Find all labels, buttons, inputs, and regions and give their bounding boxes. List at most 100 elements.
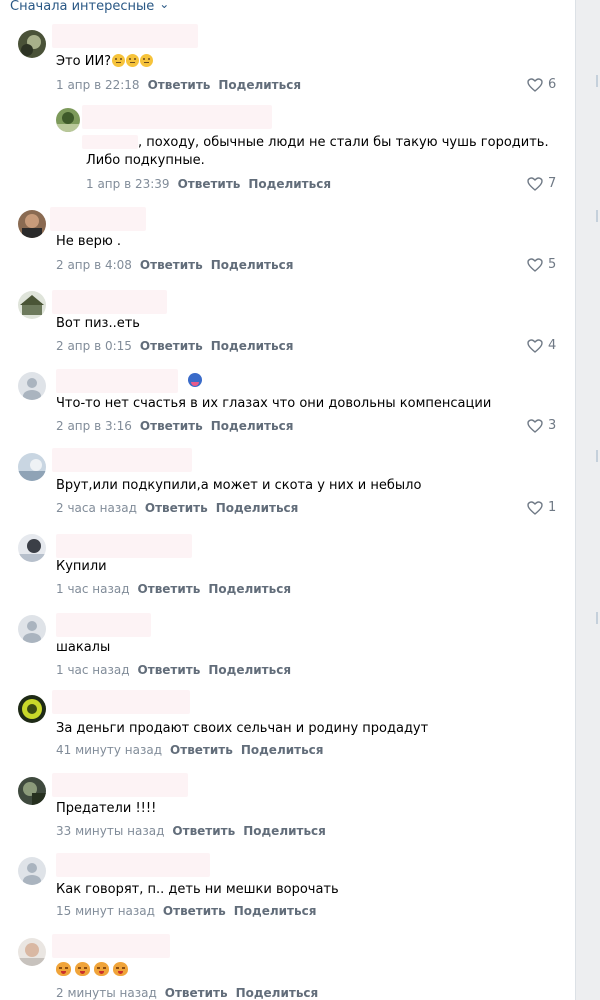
- comment-time[interactable]: 2 часа назад: [56, 501, 137, 515]
- share-button[interactable]: Поделиться: [243, 824, 326, 838]
- author-name-hidden[interactable]: [52, 690, 190, 714]
- like-count: 3: [548, 418, 557, 433]
- avatar[interactable]: [18, 938, 46, 966]
- cat-emoji-icon: [75, 962, 90, 976]
- like-count: 1: [548, 500, 557, 515]
- reply-button[interactable]: Ответить: [140, 419, 203, 433]
- heart-icon: [527, 419, 543, 433]
- avatar[interactable]: [18, 291, 46, 319]
- sort-dropdown[interactable]: Сначала интересные ⌄: [10, 0, 169, 14]
- share-button[interactable]: Поделиться: [248, 177, 331, 191]
- author-name-hidden[interactable]: [56, 613, 151, 637]
- comment-time[interactable]: 15 минут назад: [56, 904, 155, 918]
- scroll-mark: [596, 75, 598, 87]
- comment-time[interactable]: 2 апр в 4:08: [56, 258, 132, 272]
- comment-text: Либо подкупные.: [86, 153, 205, 168]
- author-name-hidden[interactable]: [56, 853, 210, 877]
- reply-button[interactable]: Ответить: [165, 986, 228, 1000]
- status-badge-icon: [188, 373, 202, 387]
- comment-time[interactable]: 33 минуты назад: [56, 824, 164, 838]
- scroll-mark: [596, 450, 598, 462]
- avatar[interactable]: [18, 857, 46, 885]
- emoji-icon: [140, 54, 154, 67]
- reply-button[interactable]: Ответить: [170, 743, 233, 757]
- share-button[interactable]: Поделиться: [208, 582, 291, 596]
- reply-button[interactable]: Ответить: [145, 501, 208, 515]
- like-button[interactable]: 1: [527, 501, 556, 515]
- like-button[interactable]: 6: [527, 78, 556, 92]
- heart-icon: [527, 501, 543, 515]
- like-count: 4: [548, 338, 557, 353]
- reply-button[interactable]: Ответить: [148, 78, 211, 92]
- reply-button[interactable]: Ответить: [138, 663, 201, 677]
- comment-text: [56, 962, 132, 980]
- comment-text: Что-то нет счастья в их глазах что они д…: [56, 396, 492, 411]
- comment-text: шакалы: [56, 640, 111, 655]
- comment-time[interactable]: 2 апр в 0:15: [56, 339, 132, 353]
- cat-emoji-icon: [56, 962, 71, 976]
- cat-emoji-icon: [113, 962, 128, 976]
- comment-text: Как говорят, п.. деть ни мешки ворочать: [56, 882, 339, 897]
- author-name-hidden[interactable]: [52, 24, 198, 48]
- author-name-hidden[interactable]: [56, 369, 178, 393]
- like-button[interactable]: 7: [527, 177, 556, 191]
- emoji-icon: [126, 54, 140, 67]
- author-name-hidden[interactable]: [52, 448, 192, 472]
- heart-icon: [527, 339, 543, 353]
- avatar[interactable]: [18, 30, 46, 58]
- sort-label: Сначала интересные: [10, 0, 155, 14]
- comment-time[interactable]: 2 апр в 3:16: [56, 419, 132, 433]
- like-button[interactable]: 4: [527, 339, 556, 353]
- avatar[interactable]: [18, 210, 46, 238]
- share-button[interactable]: Поделиться: [236, 986, 319, 1000]
- author-name-hidden[interactable]: [52, 773, 188, 797]
- right-panel: [575, 0, 600, 1000]
- comment-time[interactable]: 1 апр в 22:18: [56, 78, 140, 92]
- comment-time[interactable]: 1 час назад: [56, 663, 130, 677]
- comment-time[interactable]: 2 минуты назад: [56, 986, 157, 1000]
- avatar[interactable]: [18, 777, 46, 805]
- share-button[interactable]: Поделиться: [211, 258, 294, 272]
- share-button[interactable]: Поделиться: [234, 904, 317, 918]
- avatar[interactable]: [56, 108, 80, 132]
- scroll-mark: [596, 612, 598, 624]
- author-name-hidden[interactable]: [50, 207, 146, 231]
- comment-text: Врут,или подкупили,а может и скота у них…: [56, 478, 422, 493]
- comment-time[interactable]: 41 минуту назад: [56, 743, 162, 757]
- author-name-hidden[interactable]: [82, 105, 272, 129]
- author-name-hidden[interactable]: [52, 290, 167, 314]
- comment-time[interactable]: 1 час назад: [56, 582, 130, 596]
- avatar[interactable]: [18, 615, 46, 643]
- avatar[interactable]: [18, 695, 46, 723]
- comment-text: , походу, обычные люди не стали бы такую…: [138, 135, 549, 150]
- comment-text: Не верю .: [56, 234, 122, 249]
- share-button[interactable]: Поделиться: [216, 501, 299, 515]
- reply-button[interactable]: Ответить: [140, 339, 203, 353]
- share-button[interactable]: Поделиться: [211, 339, 294, 353]
- comment-time[interactable]: 1 апр в 23:39: [86, 177, 170, 191]
- avatar[interactable]: [18, 372, 46, 400]
- author-name-hidden[interactable]: [56, 534, 192, 558]
- reply-button[interactable]: Ответить: [163, 904, 226, 918]
- like-button[interactable]: 5: [527, 258, 556, 272]
- chevron-down-icon: ⌄: [159, 0, 170, 11]
- share-button[interactable]: Поделиться: [241, 743, 324, 757]
- share-button[interactable]: Поделиться: [211, 419, 294, 433]
- author-name-hidden[interactable]: [52, 934, 170, 958]
- heart-icon: [527, 258, 543, 272]
- scroll-mark: [596, 210, 598, 222]
- avatar[interactable]: [18, 534, 46, 562]
- comment-text: Предатели !!!!: [56, 801, 157, 816]
- reply-button[interactable]: Ответить: [178, 177, 241, 191]
- share-button[interactable]: Поделиться: [208, 663, 291, 677]
- comment-text: Купили: [56, 559, 107, 574]
- cat-emoji-icon: [94, 962, 109, 976]
- reply-button[interactable]: Ответить: [138, 582, 201, 596]
- like-button[interactable]: 3: [527, 419, 556, 433]
- reply-button[interactable]: Ответить: [172, 824, 235, 838]
- reply-button[interactable]: Ответить: [140, 258, 203, 272]
- share-button[interactable]: Поделиться: [218, 78, 301, 92]
- like-count: 5: [548, 257, 557, 272]
- avatar[interactable]: [18, 453, 46, 481]
- comment-text: Это ИИ?: [56, 53, 154, 71]
